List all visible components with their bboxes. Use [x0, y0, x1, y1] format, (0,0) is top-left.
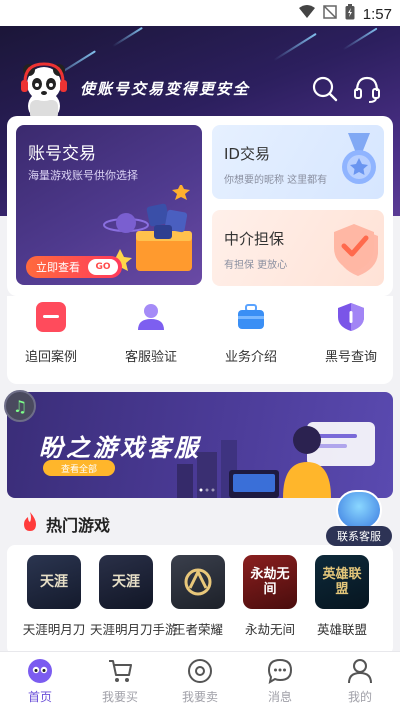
hot-games-title: 热门游戏: [46, 516, 111, 535]
go-badge: GO: [88, 259, 118, 275]
nav-sell[interactable]: 我要卖: [160, 658, 240, 705]
status-time: 1:57: [362, 5, 392, 23]
nav-buy[interactable]: 我要买: [80, 658, 160, 705]
banner-title: 盼之游戏客服: [39, 434, 201, 462]
promo-banner[interactable]: 盼之游戏客服 查看全部: [7, 392, 393, 498]
nav-label: 我的: [347, 690, 372, 704]
game-item-honor-of-kings[interactable]: 王者荣耀: [162, 555, 234, 638]
nav-label: 我要买: [101, 690, 138, 704]
status-bar: 1:57: [0, 0, 400, 26]
headset-icon[interactable]: [352, 74, 382, 104]
game-label: 永劫无间: [244, 622, 295, 637]
id-trade-card[interactable]: ID交易 你想要的昵称 这里都有: [212, 125, 384, 199]
guarantee-subtitle: 有担保 更放心: [224, 260, 288, 271]
medal-icon: [336, 133, 382, 195]
game-logo-text: 天涯: [112, 573, 140, 590]
quick-item-label: 业务介绍: [224, 350, 277, 365]
id-trade-title: ID交易: [224, 145, 270, 163]
game-logo-icon: 英雄联盟: [315, 555, 369, 609]
account-trade-card[interactable]: 账号交易 海量游戏账号供你选择 立即查看 GO: [16, 125, 202, 285]
game-item-tianya[interactable]: 天涯 天涯明月刀: [18, 555, 90, 638]
account-trade-title: 账号交易: [28, 144, 96, 164]
trade-panel: 账号交易 海量游戏账号供你选择 立即查看 GO ID交易 你想要的昵称 这里都有: [7, 116, 393, 296]
shield-check-icon: [330, 218, 382, 282]
user-verify-icon: [136, 302, 166, 332]
game-logo-icon: 天涯: [99, 555, 153, 609]
music-note-icon[interactable]: ♫: [4, 390, 36, 422]
game-logo-text: 永劫无间: [250, 567, 290, 597]
service-avatar-icon: [336, 490, 382, 530]
account-trade-subtitle: 海量游戏账号供你选择: [28, 169, 138, 182]
nav-label: 消息: [267, 690, 292, 704]
game-item-league-of-legends[interactable]: 英雄联盟 英雄联盟: [306, 555, 378, 638]
shield-icon: [336, 302, 366, 332]
profile-icon: [347, 658, 373, 684]
guarantee-title: 中介担保: [224, 230, 285, 248]
cart-icon: [107, 658, 133, 684]
nav-label: 首页: [27, 690, 52, 704]
battery-icon: [345, 4, 355, 24]
quick-item-service-verify[interactable]: 客服验证: [111, 302, 191, 365]
banner-view-all-button[interactable]: 查看全部: [43, 460, 115, 476]
quick-item-business-intro[interactable]: 业务介绍: [211, 302, 291, 365]
game-logo-icon: [171, 555, 225, 609]
no-signal-icon: [323, 5, 337, 23]
nav-messages[interactable]: 消息: [240, 658, 320, 705]
home-icon: [27, 658, 53, 684]
hot-games-heading: 热门游戏: [22, 512, 110, 536]
wifi-icon: [298, 5, 315, 23]
game-logo-text: 天涯: [40, 573, 68, 590]
quick-item-blacklist-check[interactable]: 黑号查询: [311, 302, 391, 365]
nav-label: 我要卖: [181, 690, 218, 704]
view-now-label: 立即查看: [36, 261, 80, 274]
nav-profile[interactable]: 我的: [320, 658, 400, 705]
guarantee-card[interactable]: 中介担保 有担保 更放心: [212, 210, 384, 286]
game-label: 英雄联盟: [316, 622, 367, 637]
contact-service-label: 联系客服: [326, 526, 392, 546]
game-label: 天涯明月刀手游: [90, 622, 178, 637]
search-icon[interactable]: [310, 74, 340, 104]
hot-games-list: 天涯 天涯明月刀 天涯 天涯明月刀手游 王者荣耀 永劫无间 永劫无间 英雄联盟 …: [7, 545, 393, 655]
panda-mascot-icon: [16, 60, 72, 122]
bottom-nav: 首页 我要买 我要卖 消息 我的: [0, 651, 400, 711]
game-logo-icon: 天涯: [27, 555, 81, 609]
quick-menu: 追回案例 客服验证 业务介绍 黑号查询: [7, 296, 393, 384]
id-trade-subtitle: 你想要的昵称 这里都有: [224, 175, 328, 186]
game-logo-icon: 永劫无间: [243, 555, 297, 609]
briefcase-icon: [236, 302, 266, 332]
quick-item-label: 追回案例: [24, 350, 77, 365]
quick-item-label: 客服验证: [124, 350, 177, 365]
quick-item-label: 黑号查询: [324, 350, 377, 365]
case-icon: [36, 302, 66, 332]
flame-icon: [22, 512, 38, 536]
contact-service-float[interactable]: 联系客服: [326, 490, 392, 550]
game-label: 天涯明月刀: [22, 622, 86, 637]
game-label: 王者荣耀: [172, 622, 223, 637]
nav-home[interactable]: 首页: [0, 658, 80, 705]
header-slogan: 使账号交易变得更安全: [80, 80, 251, 98]
quick-item-recovery-cases[interactable]: 追回案例: [11, 302, 91, 365]
status-icons: 1:57: [298, 4, 392, 24]
game-logo-text: 英雄联盟: [322, 567, 362, 597]
sell-icon: [187, 658, 213, 684]
game-item-tianya-mobile[interactable]: 天涯 天涯明月刀手游: [90, 555, 178, 638]
message-icon: [267, 658, 293, 685]
view-now-button[interactable]: 立即查看 GO: [26, 256, 122, 278]
game-item-naraka[interactable]: 永劫无间 永劫无间: [234, 555, 306, 638]
